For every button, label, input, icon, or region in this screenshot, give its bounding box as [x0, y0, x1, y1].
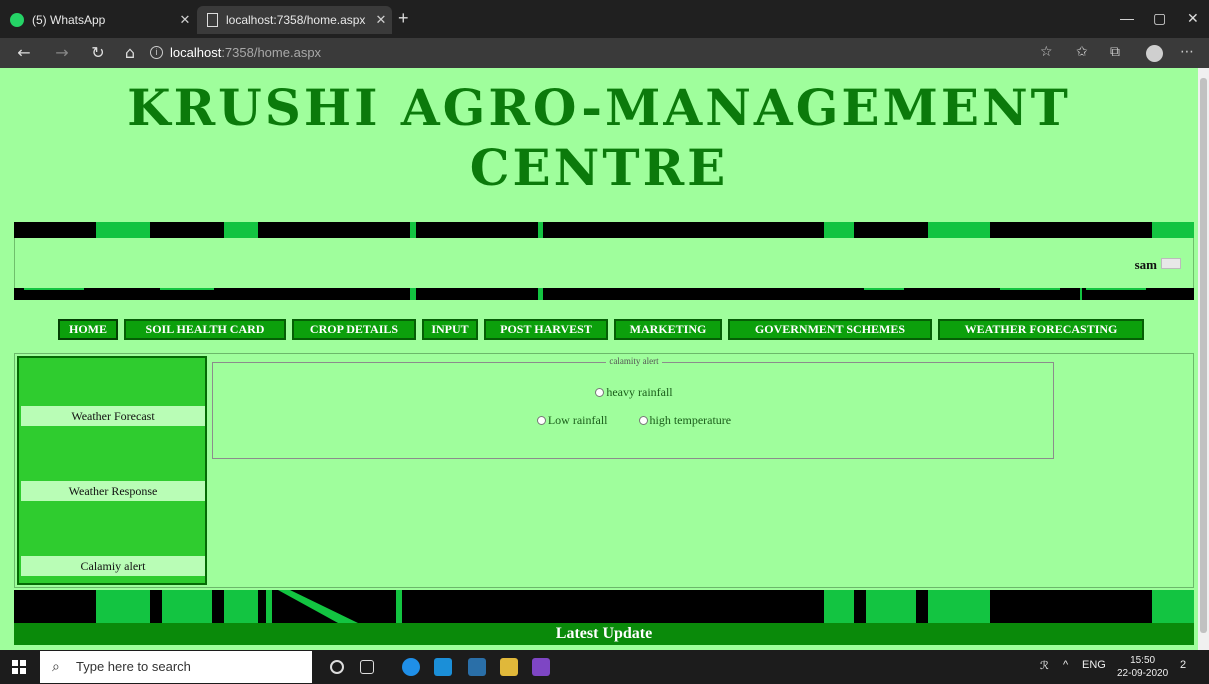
- back-icon[interactable]: ←: [14, 43, 34, 63]
- sidebar: Weather Forecast Weather Response Calami…: [17, 356, 207, 585]
- minimize-icon[interactable]: —: [1120, 10, 1134, 26]
- radio-label: Low rainfall: [547, 413, 608, 427]
- mail-icon[interactable]: [434, 658, 452, 676]
- radio-row-1: heavy rainfall: [213, 385, 1055, 400]
- address-bar: ← → ↻ ⌂ i localhost:7358/home.aspx ☆ ✩ ⧉…: [0, 38, 1209, 68]
- user-button[interactable]: [1161, 258, 1181, 269]
- banner-stripe-bottom: [14, 288, 1194, 300]
- sidebar-link-weather-response[interactable]: Weather Response: [21, 481, 205, 501]
- refresh-icon[interactable]: ↻: [88, 43, 108, 63]
- menu-item-home[interactable]: HOME: [58, 319, 118, 340]
- site-title-line-2: CENTRE: [469, 138, 729, 197]
- site-title: KRUSHI AGRO-MANAGEMENT CENTRE: [0, 78, 1198, 198]
- tab-whatsapp[interactable]: (5) WhatsApp ✕: [0, 6, 196, 34]
- site-title-line-1: KRUSHI AGRO-MANAGEMENT: [127, 78, 1071, 137]
- page-scrollbar[interactable]: [1198, 68, 1209, 650]
- file-explorer-icon[interactable]: [500, 658, 518, 676]
- close-icon[interactable]: ✕: [174, 12, 196, 28]
- collections-icon[interactable]: ⧉: [1110, 44, 1120, 60]
- browser-tab-bar: (5) WhatsApp ✕ localhost:7358/home.aspx …: [0, 0, 1209, 38]
- favorites-icon[interactable]: ✩: [1076, 44, 1088, 60]
- radio-label: high temperature: [649, 413, 732, 427]
- radio-button[interactable]: [536, 416, 546, 425]
- menu-item-crop-details[interactable]: CROP DETAILS: [292, 319, 416, 340]
- page-icon: [207, 13, 218, 27]
- app-icon[interactable]: [468, 658, 486, 676]
- menu-item-post-harvest[interactable]: POST HARVEST: [484, 319, 608, 340]
- favorite-star-icon[interactable]: ☆: [1040, 44, 1053, 60]
- language-indicator[interactable]: ENG: [1082, 659, 1106, 671]
- content-area: Weather Forecast Weather Response Calami…: [14, 353, 1194, 588]
- notification-icon[interactable]: 2: [1180, 659, 1186, 671]
- forward-icon[interactable]: →: [52, 43, 72, 63]
- people-icon[interactable]: ℛ: [1040, 659, 1049, 672]
- menu-item-government-schemes[interactable]: GOVERNMENT SCHEMES: [728, 319, 932, 340]
- radio-low-rainfall[interactable]: Low rainfall: [536, 413, 608, 428]
- taskbar-clock[interactable]: 15:50 22-09-2020: [1117, 654, 1168, 680]
- more-icon[interactable]: ⋯: [1180, 44, 1194, 60]
- chevron-up-icon[interactable]: ^: [1063, 659, 1068, 671]
- radio-high-temperature[interactable]: high temperature: [638, 413, 732, 428]
- user-area: sam: [14, 238, 1194, 288]
- taskbar-search-input[interactable]: ⌕ Type here to search: [40, 651, 312, 683]
- radio-row-2: Low rainfall high temperature: [213, 413, 1055, 428]
- menu-item-weather-forecasting[interactable]: WEATHER FORECASTING: [938, 319, 1144, 340]
- windows-start-icon[interactable]: [12, 660, 26, 674]
- fieldset-legend: calamity alert: [213, 356, 1055, 366]
- url-path: :7358/home.aspx: [221, 45, 322, 60]
- clock-date: 22-09-2020: [1117, 668, 1169, 679]
- notification-count: 2: [1180, 659, 1187, 671]
- cortana-icon[interactable]: [330, 660, 344, 674]
- tab-title: localhost:7358/home.aspx: [226, 13, 366, 27]
- maximize-icon[interactable]: ▢: [1153, 10, 1166, 27]
- clock-time: 15:50: [1130, 655, 1156, 666]
- visual-studio-icon[interactable]: [532, 658, 550, 676]
- url-host: localhost: [170, 45, 222, 60]
- menu-item-input[interactable]: INPUT: [422, 319, 478, 340]
- web-page: KRUSHI AGRO-MANAGEMENT CENTRE sam HOME S…: [0, 68, 1198, 650]
- stripe-diagonal: [278, 590, 358, 623]
- search-placeholder: Type here to search: [76, 659, 191, 674]
- profile-avatar[interactable]: [1146, 45, 1163, 62]
- task-view-icon[interactable]: [360, 660, 374, 674]
- close-icon[interactable]: ✕: [370, 12, 392, 28]
- banner-stripe-top: [14, 222, 1194, 238]
- radio-button[interactable]: [638, 416, 648, 425]
- close-window-icon[interactable]: ✕: [1187, 10, 1199, 27]
- url-field[interactable]: localhost:7358/home.aspx: [170, 45, 321, 60]
- whatsapp-icon: [10, 13, 24, 27]
- username: sam: [1134, 257, 1157, 272]
- menu-item-marketing[interactable]: MARKETING: [614, 319, 722, 340]
- home-icon[interactable]: ⌂: [120, 43, 140, 63]
- footer-stripe: [14, 590, 1194, 623]
- new-tab-button[interactable]: +: [398, 8, 409, 29]
- radio-button[interactable]: [595, 388, 605, 397]
- radio-label: heavy rainfall: [606, 385, 673, 399]
- sidebar-link-weather-forecast[interactable]: Weather Forecast: [21, 406, 205, 426]
- latest-update-bar: Latest Update: [14, 623, 1194, 645]
- search-icon: ⌕: [52, 659, 60, 675]
- tab-title: (5) WhatsApp: [32, 13, 106, 27]
- scrollbar-thumb[interactable]: [1200, 78, 1207, 633]
- tab-home-aspx[interactable]: localhost:7358/home.aspx ✕: [197, 6, 392, 34]
- menu-item-soil-health-card[interactable]: SOIL HEALTH CARD: [124, 319, 286, 340]
- edge-browser-icon[interactable]: [402, 658, 420, 676]
- calamity-alert-fieldset: calamity alert heavy rainfall Low rainfa…: [212, 356, 1055, 459]
- radio-heavy-rainfall[interactable]: heavy rainfall: [595, 385, 673, 400]
- windows-taskbar: ⌕ Type here to search ℛ ^ ENG 15:50 22-0…: [0, 650, 1209, 684]
- sidebar-link-calamity-alert[interactable]: Calamiy alert: [21, 556, 205, 576]
- info-icon[interactable]: i: [150, 46, 163, 59]
